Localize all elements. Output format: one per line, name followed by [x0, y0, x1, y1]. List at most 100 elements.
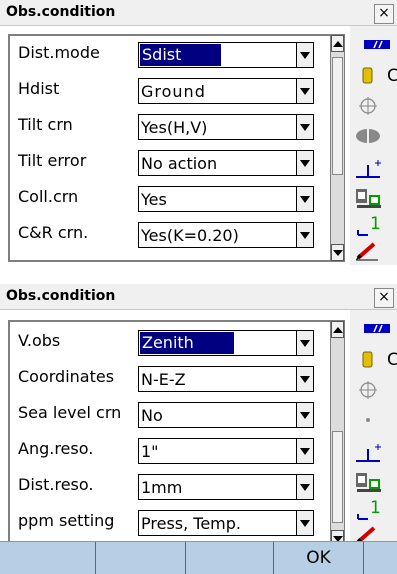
close-button[interactable]: × [374, 4, 394, 24]
coordinates-select[interactable]: N-E-Z [138, 366, 314, 392]
tilt-icon[interactable] [354, 440, 392, 466]
dropdown-arrow-icon[interactable] [296, 79, 313, 103]
dropdown-arrow-icon[interactable] [296, 115, 313, 139]
field-label: Tilt crn [18, 115, 73, 134]
dropdown-arrow-icon[interactable] [296, 187, 313, 211]
vertical-scrollbar[interactable] [330, 320, 345, 548]
target-icon[interactable] [354, 94, 392, 120]
row-dist-reso: Dist.reso. 1mm [10, 470, 330, 504]
select-value: Yes(K=0.20) [141, 226, 239, 245]
close-button[interactable]: × [374, 288, 394, 308]
scroll-thumb[interactable] [332, 57, 343, 175]
instrument-icon[interactable] [354, 470, 392, 496]
field-label: Coll.crn [18, 187, 79, 206]
field-label: Sea level crn [18, 403, 122, 422]
row-coll-crn: Coll.crn Yes [10, 182, 330, 216]
prism-icon[interactable] [354, 408, 392, 434]
row-dist-mode: Dist.mode Sdist [10, 38, 330, 72]
softkey-1[interactable] [0, 542, 96, 574]
dropdown-arrow-icon[interactable] [296, 439, 313, 463]
prism-icon[interactable] [354, 124, 392, 150]
row-cr-crn: C&R crn. Yes(K=0.20) [10, 218, 330, 252]
tilt-value: 1 [370, 214, 381, 234]
ppm-setting-select[interactable]: Press, Temp. [138, 510, 314, 536]
select-value: No action [141, 154, 218, 173]
target-icon[interactable] [354, 378, 392, 404]
select-value: Ground [141, 82, 206, 101]
field-label: Tilt error [18, 151, 87, 170]
signal-icon[interactable] [354, 32, 392, 58]
level-icon[interactable]: 1 [354, 214, 392, 240]
signal-icon[interactable] [354, 316, 392, 342]
coll-crn-select[interactable]: Yes [138, 186, 314, 212]
softkey-bar: OK [0, 541, 397, 574]
select-value: 1mm [141, 478, 183, 497]
obs-condition-window-2: Obs.condition × V.obs Zenith Coordinates… [0, 284, 397, 573]
select-value: Yes(H,V) [141, 118, 208, 137]
v-obs-select[interactable]: Zenith [138, 330, 314, 356]
field-label: C&R crn. [18, 223, 89, 242]
hdist-select[interactable]: Ground [138, 78, 314, 104]
tilt-icon[interactable] [354, 156, 392, 182]
row-ppm-setting: ppm setting Press, Temp. [10, 506, 330, 540]
settings-list: Dist.mode Sdist Hdist Ground Tilt crn Ye… [8, 34, 330, 262]
field-label: Dist.mode [18, 43, 100, 62]
obs-condition-window-1: Obs.condition × Dist.mode Sdist Hdist Gr… [0, 0, 397, 265]
field-label: Hdist [18, 79, 60, 98]
status-icon-column: C 1 [350, 310, 397, 548]
dropdown-arrow-icon[interactable] [296, 475, 313, 499]
select-value: Zenith [140, 332, 234, 354]
softkey-3[interactable] [186, 542, 274, 574]
dropdown-arrow-icon[interactable] [296, 367, 313, 391]
scroll-down-button[interactable] [331, 244, 344, 261]
scroll-up-button[interactable] [331, 35, 344, 52]
row-coordinates: Coordinates N-E-Z [10, 362, 330, 396]
select-value: N-E-Z [141, 370, 186, 389]
dropdown-arrow-icon[interactable] [296, 223, 313, 247]
row-v-obs: V.obs Zenith [10, 326, 330, 360]
dropdown-arrow-icon[interactable] [296, 151, 313, 175]
dropdown-arrow-icon[interactable] [296, 403, 313, 427]
tilt-crn-select[interactable]: Yes(H,V) [138, 114, 314, 140]
dropdown-arrow-icon[interactable] [296, 511, 313, 535]
row-tilt-crn: Tilt crn Yes(H,V) [10, 110, 330, 144]
window-title: Obs.condition [6, 4, 116, 20]
sea-level-crn-select[interactable]: No [138, 402, 314, 428]
row-ang-reso: Ang.reso. 1" [10, 434, 330, 468]
tilt-error-select[interactable]: No action [138, 150, 314, 176]
title-bar: Obs.condition × [0, 284, 397, 310]
cr-crn-select[interactable]: Yes(K=0.20) [138, 222, 314, 248]
settings-list: V.obs Zenith Coordinates N-E-Z Sea level… [8, 320, 330, 548]
scroll-thumb[interactable] [332, 431, 343, 523]
field-label: V.obs [18, 331, 61, 350]
dropdown-arrow-icon[interactable] [296, 331, 313, 355]
dist-reso-select[interactable]: 1mm [138, 474, 314, 500]
dist-mode-select[interactable]: Sdist [138, 42, 314, 68]
battery-icon[interactable]: C [354, 348, 397, 374]
vertical-scrollbar[interactable] [330, 34, 345, 262]
softkey-2[interactable] [96, 542, 186, 574]
select-value: Press, Temp. [141, 514, 242, 533]
select-value: 1" [141, 442, 159, 461]
window-title: Obs.condition [6, 288, 116, 304]
status-text: C [387, 66, 397, 86]
row-tilt-error: Tilt error No action [10, 146, 330, 180]
ang-reso-select[interactable]: 1" [138, 438, 314, 464]
ok-button[interactable]: OK [274, 542, 364, 574]
select-value: Sdist [140, 44, 222, 66]
dropdown-arrow-icon[interactable] [296, 43, 313, 67]
row-hdist: Hdist Ground [10, 74, 330, 108]
level-icon[interactable]: 1 [354, 498, 392, 524]
field-label: Dist.reso. [18, 475, 94, 494]
scroll-up-button[interactable] [331, 321, 344, 338]
select-value: No [141, 406, 163, 425]
instrument-icon[interactable] [354, 186, 392, 212]
title-bar: Obs.condition × [0, 0, 397, 26]
battery-icon[interactable]: C [354, 64, 397, 90]
softkey-5[interactable] [364, 542, 397, 574]
pen-icon[interactable] [354, 240, 392, 266]
tilt-value: 1 [370, 498, 381, 518]
status-text: C [387, 350, 397, 370]
field-label: ppm setting [18, 511, 115, 530]
field-label: Coordinates [18, 367, 115, 386]
